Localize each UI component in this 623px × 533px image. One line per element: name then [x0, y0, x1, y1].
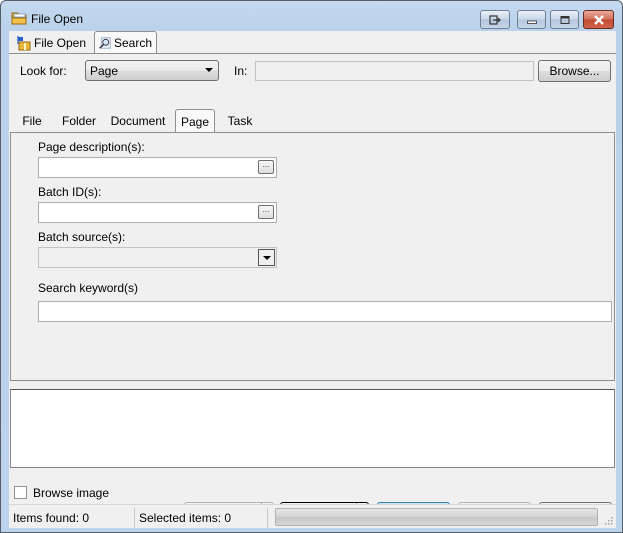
browse-button[interactable]: Browse...: [538, 60, 611, 82]
tab-folder-label: Folder: [61, 114, 96, 128]
batch-id-input[interactable]: [39, 203, 276, 222]
close-icon: [593, 14, 604, 25]
page-description-ellipsis-button[interactable]: ...: [258, 160, 274, 174]
tab-document-label: Document: [110, 114, 166, 128]
batch-id-ellipsis-button[interactable]: ...: [258, 205, 274, 219]
browse-image-checkbox[interactable]: [14, 486, 27, 499]
restore-extra-button[interactable]: [480, 10, 510, 29]
client-area: File Open Search Look for: Page In: Brow…: [9, 31, 616, 528]
tab-page[interactable]: Page: [175, 109, 215, 133]
in-field[interactable]: [255, 61, 534, 81]
window-export-icon: [489, 14, 501, 25]
tab-folder[interactable]: Folder: [57, 111, 101, 131]
page-tab-panel: Page description(s): ... Batch ID(s): ..…: [10, 132, 615, 381]
folder-open-icon: [11, 12, 27, 25]
batch-source-combobox[interactable]: [38, 247, 277, 268]
minimize-icon: [526, 20, 537, 24]
search-results-list[interactable]: [10, 389, 615, 468]
batch-id-label: Batch ID(s):: [38, 185, 102, 199]
tab-file[interactable]: File: [15, 111, 49, 131]
tab-page-label: Page: [180, 115, 210, 129]
in-input[interactable]: [256, 62, 533, 80]
batch-source-dropdown-button[interactable]: [258, 249, 275, 266]
chevron-down-icon: [205, 68, 213, 72]
tab-search-label: Search: [113, 36, 152, 50]
search-progress-bar: [275, 508, 598, 526]
look-for-combobox[interactable]: Page: [85, 60, 219, 81]
file-open-icon: [17, 36, 31, 51]
resize-grip-icon[interactable]: [603, 515, 613, 525]
close-window-button[interactable]: [583, 10, 614, 29]
minimize-button[interactable]: [517, 10, 546, 29]
search-tab-panel: Look for: Page In: Browse... File Folder…: [9, 53, 616, 524]
selected-items-status: Selected items: 0: [139, 511, 232, 525]
status-bar: Items found: 0 Selected items: 0: [9, 504, 616, 528]
tab-file-label: File: [22, 114, 42, 128]
magnifier-icon: [99, 37, 111, 49]
tab-task-label: Task: [227, 114, 253, 128]
window-title: File Open: [31, 12, 84, 26]
tab-task[interactable]: Task: [221, 111, 259, 131]
tab-file-open[interactable]: File Open: [11, 32, 93, 54]
page-description-field[interactable]: [38, 157, 277, 178]
maximize-button[interactable]: [550, 10, 579, 29]
batch-source-label: Batch source(s):: [38, 230, 126, 244]
page-description-label: Page description(s):: [38, 140, 145, 154]
browse-button-label: Browse...: [549, 64, 600, 78]
file-open-window: File Open File Open Search Look for: Pag…: [0, 0, 623, 533]
search-keyword-label: Search keyword(s): [38, 281, 139, 295]
look-for-value: Page: [90, 64, 119, 78]
search-keyword-field[interactable]: [38, 301, 612, 322]
in-label: In:: [234, 64, 248, 78]
tab-search[interactable]: Search: [94, 31, 157, 54]
batch-id-field[interactable]: [38, 202, 277, 223]
items-found-status: Items found: 0: [13, 511, 90, 525]
browse-image-label: Browse image: [33, 486, 110, 500]
look-for-label: Look for:: [20, 64, 67, 78]
tab-file-open-label: File Open: [34, 36, 87, 50]
page-description-input[interactable]: [39, 158, 276, 177]
maximize-icon: [560, 15, 569, 24]
search-keyword-input[interactable]: [39, 302, 611, 321]
title-bar[interactable]: File Open: [1, 1, 622, 31]
status-separator: [267, 508, 268, 528]
tab-document[interactable]: Document: [106, 111, 170, 131]
